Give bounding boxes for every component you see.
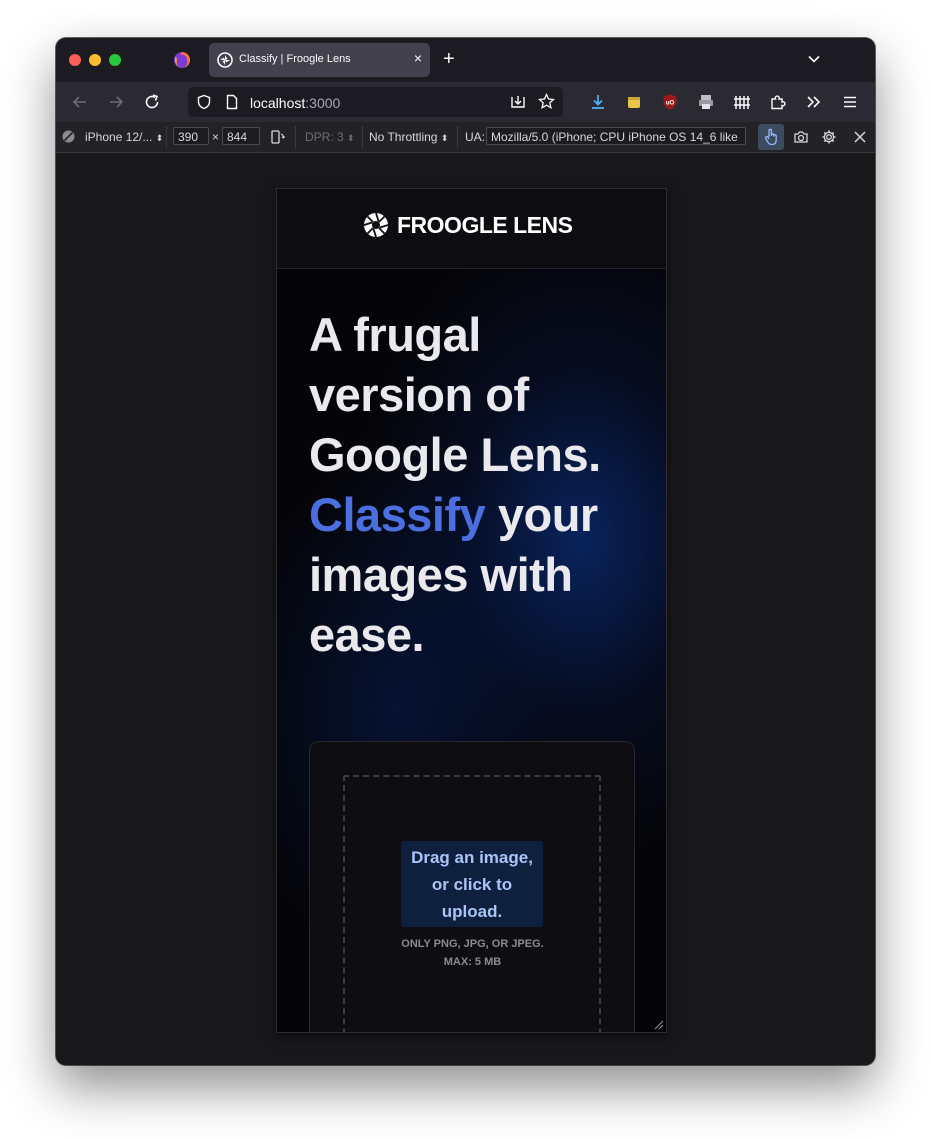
url-bar[interactable]: localhost:3000 xyxy=(188,87,563,117)
throttling-value: No Throttling xyxy=(369,130,438,144)
throttling-selector[interactable]: No Throttling ⬍ xyxy=(369,130,448,144)
url-text[interactable]: localhost:3000 xyxy=(250,95,340,111)
zoom-window-button[interactable] xyxy=(109,54,121,66)
bookmark-star-icon[interactable] xyxy=(538,93,555,110)
tab-classify[interactable]: Classify | Froogle Lens × xyxy=(209,43,430,77)
upload-button[interactable]: Drag an image, or click to upload. xyxy=(401,841,543,927)
url-port: :3000 xyxy=(305,95,341,111)
back-arrow-icon[interactable] xyxy=(71,93,89,111)
downloads-icon[interactable] xyxy=(589,93,607,111)
throttling-selector-arrows-icon: ⬍ xyxy=(440,133,449,143)
close-icon[interactable] xyxy=(852,129,868,145)
hero-headline: A frugal version of Google Lens. Classif… xyxy=(309,305,649,665)
headline-part-1: A frugal version of Google Lens. xyxy=(309,308,601,481)
overflow-chevrons-icon[interactable] xyxy=(805,93,823,111)
touch-simulation-button[interactable] xyxy=(758,124,784,150)
fence-extension-icon[interactable] xyxy=(733,93,751,111)
dimension-times: × xyxy=(212,130,220,144)
device-name: iPhone 12/... xyxy=(85,130,153,144)
camera-aperture-icon[interactable] xyxy=(363,212,389,238)
dpr-value: DPR: 3 xyxy=(305,130,344,144)
site-header: FROOGLE LENS xyxy=(277,189,666,269)
minimize-window-button[interactable] xyxy=(89,54,101,66)
device-frame: FROOGLE LENS A frugal version of Google … xyxy=(276,188,667,1033)
site-logo-text[interactable]: FROOGLE LENS xyxy=(397,212,573,239)
responsive-design-toolbar: iPhone 12/... ⬍ 390 × 844 DPR: 3 ⬍ No Th… xyxy=(56,122,875,153)
new-tab-button[interactable]: + xyxy=(443,48,455,70)
upload-hint: ONLY PNG, JPG, OR JPEG. MAX: 5 MB xyxy=(401,938,544,968)
toolbar-divider xyxy=(295,126,296,148)
page-icon[interactable] xyxy=(224,94,240,110)
user-agent-label: UA: xyxy=(465,130,486,144)
ublock-origin-icon[interactable]: uO xyxy=(661,93,679,111)
screenshot-camera-icon[interactable] xyxy=(793,129,809,145)
device-selector[interactable]: iPhone 12/... ⬍ xyxy=(85,130,163,144)
firefox-icon[interactable] xyxy=(173,51,191,69)
tab-strip: Classify | Froogle Lens × + xyxy=(56,38,875,82)
tab-close-icon[interactable]: × xyxy=(414,50,422,66)
reload-icon[interactable] xyxy=(143,93,161,111)
close-window-button[interactable] xyxy=(69,54,81,66)
dpr-selector-arrows-icon: ⬍ xyxy=(347,133,355,143)
hamburger-menu-icon[interactable] xyxy=(841,93,859,111)
dpr-selector[interactable]: DPR: 3 ⬍ xyxy=(305,130,355,144)
disabled-icon xyxy=(62,130,75,143)
extensions-puzzle-icon[interactable] xyxy=(769,93,787,111)
touch-hand-icon xyxy=(764,128,777,146)
settings-gear-icon[interactable] xyxy=(821,129,837,145)
upload-card: Drag an image, or click to upload. ONLY … xyxy=(309,741,635,1032)
svg-text:uO: uO xyxy=(666,101,675,107)
toolbar-divider xyxy=(362,126,363,148)
shield-icon[interactable] xyxy=(196,94,212,110)
chevron-down-icon[interactable] xyxy=(807,52,821,66)
notes-extension-icon[interactable] xyxy=(625,93,643,111)
hero-section: A frugal version of Google Lens. Classif… xyxy=(277,269,666,1032)
browser-window: Classify | Froogle Lens × + localhost:30 xyxy=(56,38,875,1065)
url-host: localhost xyxy=(250,95,306,111)
toolbar-divider xyxy=(166,126,167,148)
headline-accent: Classify xyxy=(309,488,486,541)
navigation-bar: localhost:3000 uO xyxy=(56,82,875,122)
image-dropzone[interactable]: Drag an image, or click to upload. ONLY … xyxy=(343,775,601,1032)
device-selector-arrows-icon: ⬍ xyxy=(155,133,164,143)
user-agent-input[interactable]: Mozilla/5.0 (iPhone; CPU iPhone OS 14_6 … xyxy=(486,127,746,145)
print-icon[interactable] xyxy=(697,93,715,111)
forward-arrow-icon[interactable] xyxy=(107,93,125,111)
responsive-viewport: FROOGLE LENS A frugal version of Google … xyxy=(56,153,875,1065)
froogle-lens-favicon-icon xyxy=(217,52,233,68)
resize-handle-icon[interactable] xyxy=(652,1018,664,1030)
tab-title: Classify | Froogle Lens xyxy=(239,53,351,65)
viewport-height-input[interactable]: 844 xyxy=(222,127,260,145)
reader-mode-icon[interactable] xyxy=(510,94,526,110)
rotate-viewport-icon[interactable] xyxy=(270,129,286,145)
viewport-width-input[interactable]: 390 xyxy=(173,127,209,145)
toolbar-divider xyxy=(457,126,458,148)
